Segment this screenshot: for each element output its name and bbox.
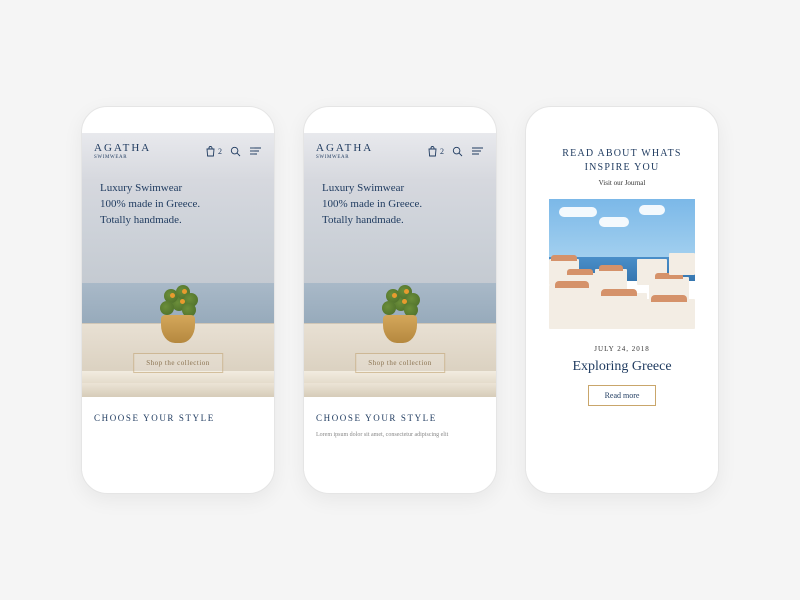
hero-copy: Luxury Swimwear 100% made in Greece. Tot… xyxy=(322,181,478,229)
journal-subtitle: Visit our Journal xyxy=(538,179,706,187)
bag-icon xyxy=(427,145,438,157)
section-title: CHOOSE YOUR STYLE xyxy=(316,413,484,423)
choose-style-section: CHOOSE YOUR STYLE Lorem ipsum dolor sit … xyxy=(304,401,496,451)
screen-home-scrolled: Shop the collection AGATHA SWIMWEAR 2 Lu… xyxy=(304,133,496,471)
brand-subtitle: SWIMWEAR xyxy=(94,155,151,160)
shop-collection-button[interactable]: Shop the collection xyxy=(355,353,445,373)
brand-logo[interactable]: AGATHA SWIMWEAR xyxy=(316,143,373,160)
hero-image: Shop the collection xyxy=(82,133,274,403)
screen-journal: READ ABOUT WHATS INSPIRE YOU Visit our J… xyxy=(526,133,718,471)
hero-line-1: Luxury Swimwear xyxy=(100,181,256,197)
header: AGATHA SWIMWEAR 2 xyxy=(304,133,496,169)
search-icon[interactable] xyxy=(452,146,463,157)
journal-post-date: JULY 24, 2018 xyxy=(538,345,706,353)
cart-button[interactable]: 2 xyxy=(205,145,222,157)
menu-icon[interactable] xyxy=(249,146,262,156)
journal-heading-line2: INSPIRE YOU xyxy=(538,161,706,175)
brand-name: AGATHA xyxy=(316,143,373,154)
hero-line-2: 100% made in Greece. xyxy=(100,197,256,213)
hero-image: Shop the collection xyxy=(304,133,496,403)
journal-heading-line1: READ ABOUT WHATS xyxy=(538,147,706,161)
journal-image[interactable] xyxy=(549,199,695,329)
header: AGATHA SWIMWEAR 2 xyxy=(82,133,274,169)
hero-line-3: Totally handmade. xyxy=(322,213,478,229)
shop-collection-button[interactable]: Shop the collection xyxy=(133,353,223,373)
menu-icon[interactable] xyxy=(471,146,484,156)
phone-mockup-3: READ ABOUT WHATS INSPIRE YOU Visit our J… xyxy=(525,106,719,494)
brand-name: AGATHA xyxy=(94,143,151,154)
read-more-button[interactable]: Read more xyxy=(588,385,657,406)
cart-count: 2 xyxy=(218,147,222,156)
brand-logo[interactable]: AGATHA SWIMWEAR xyxy=(94,143,151,160)
choose-style-section: CHOOSE YOUR STYLE xyxy=(82,401,274,435)
phone-mockup-2: Shop the collection AGATHA SWIMWEAR 2 Lu… xyxy=(303,106,497,494)
phone-mockup-1: Shop the collection AGATHA SWIMWEAR 2 Lu… xyxy=(81,106,275,494)
search-icon[interactable] xyxy=(230,146,241,157)
screen-home: Shop the collection AGATHA SWIMWEAR 2 Lu… xyxy=(82,133,274,471)
hero-line-3: Totally handmade. xyxy=(100,213,256,229)
cart-count: 2 xyxy=(440,147,444,156)
brand-subtitle: SWIMWEAR xyxy=(316,155,373,160)
hero-line-2: 100% made in Greece. xyxy=(322,197,478,213)
journal-post-title[interactable]: Exploring Greece xyxy=(538,359,706,375)
cart-button[interactable]: 2 xyxy=(427,145,444,157)
hero-copy: Luxury Swimwear 100% made in Greece. Tot… xyxy=(100,181,256,229)
section-title: CHOOSE YOUR STYLE xyxy=(94,413,262,423)
hero-line-1: Luxury Swimwear xyxy=(322,181,478,197)
section-description: Lorem ipsum dolor sit amet, consectetur … xyxy=(316,431,484,439)
bag-icon xyxy=(205,145,216,157)
